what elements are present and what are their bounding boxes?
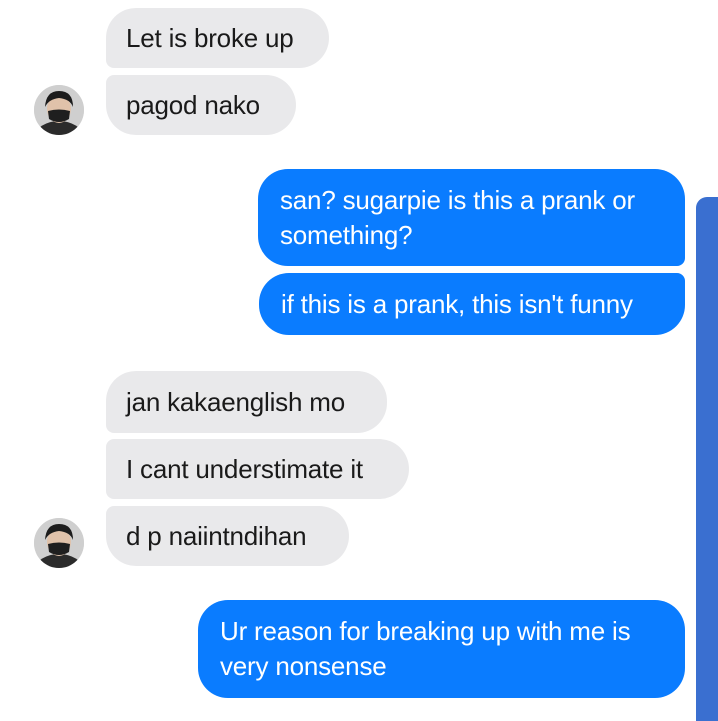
received-message-bubble[interactable]: I cant understimate it <box>106 439 409 499</box>
scrollbar[interactable] <box>696 197 718 721</box>
message-text: d p naiintndihan <box>126 520 307 551</box>
received-message-bubble[interactable]: jan kakaenglish mo <box>106 371 387 433</box>
received-message-bubble[interactable]: pagod nako <box>106 75 296 135</box>
message-text: pagod nako <box>126 89 260 120</box>
message-text: I cant understimate it <box>126 453 363 484</box>
sent-message-bubble[interactable]: if this is a prank, this isn't funny <box>259 273 685 335</box>
message-text: Let is broke up <box>126 22 294 53</box>
sent-message-bubble[interactable]: san? sugarpie is this a prank or somethi… <box>258 169 685 266</box>
message-text: san? sugarpie is this a prank or somethi… <box>280 184 635 250</box>
message-text: Ur reason for breaking up with me is ver… <box>220 616 631 681</box>
avatar-image-icon <box>34 85 84 135</box>
contact-avatar[interactable] <box>34 85 84 135</box>
sent-message-bubble[interactable]: Ur reason for breaking up with me is ver… <box>198 600 685 698</box>
message-text: jan kakaenglish mo <box>126 386 345 417</box>
received-message-bubble[interactable]: d p naiintndihan <box>106 506 349 566</box>
avatar-image-icon <box>34 518 84 568</box>
message-text: if this is a prank, this isn't funny <box>281 288 633 319</box>
received-message-bubble[interactable]: Let is broke up <box>106 8 329 68</box>
contact-avatar[interactable] <box>34 518 84 568</box>
